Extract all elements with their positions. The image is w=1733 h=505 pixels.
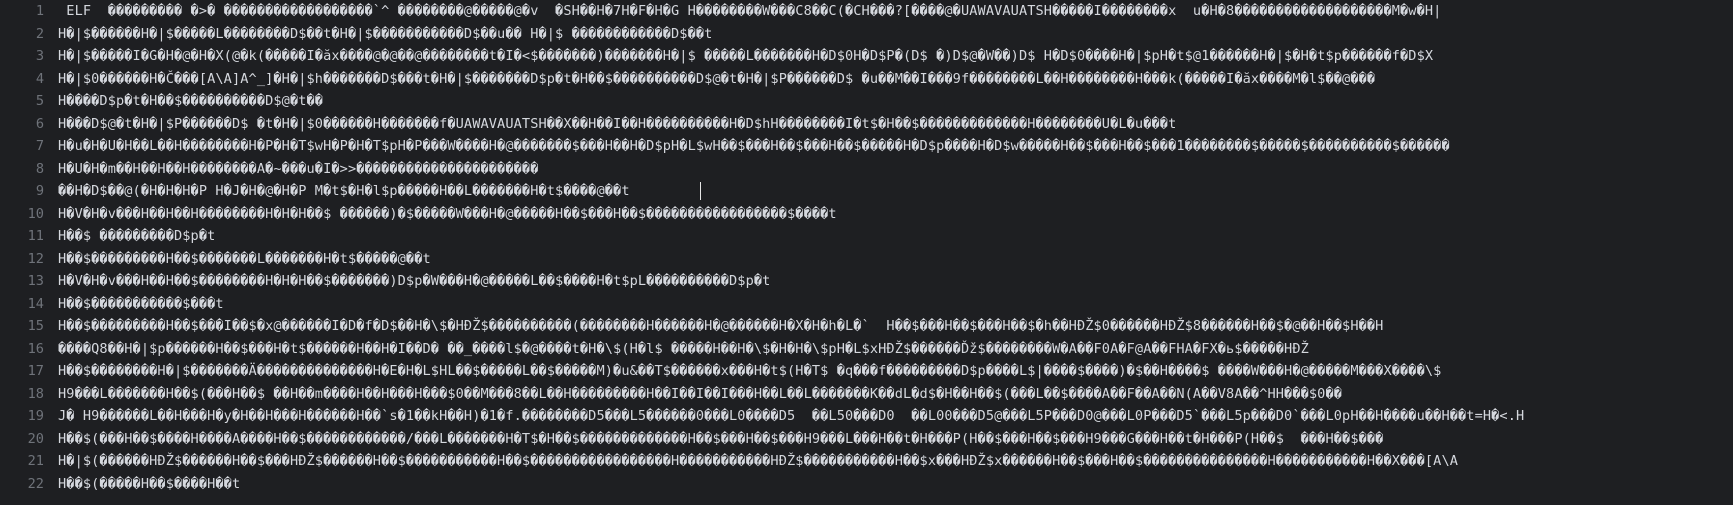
line-number: 2: [35, 25, 44, 42]
line-number: 19: [27, 408, 44, 424]
code-line[interactable]: H�|$(������HĐŽ$������H��$���HĐŽ$������H�…: [58, 450, 1458, 473]
line-number: 9: [35, 183, 44, 199]
code-line[interactable]: H��$(�����H��$����H��t: [58, 473, 240, 496]
line-number-gutter: 1 2 3 4 5 6 7 8 9 10 11 12 13 14 15 16 1…: [0, 0, 58, 505]
line-number: 3: [35, 48, 44, 64]
code-line[interactable]: H�u�H�U�H��L��H��������H�P�H�T$wH�P�H�T$…: [58, 135, 1450, 158]
code-line[interactable]: H�|$������H�|$�����L��������D$��t�H�|$��…: [58, 23, 712, 46]
line-number: 7: [35, 138, 44, 154]
line-number: 10: [27, 205, 44, 222]
code-line[interactable]: H����D$p�t�H��$����������D$@�t��: [58, 90, 323, 113]
code-line[interactable]: H9���L�������H��$(���H��$ ��H��m����H��H…: [58, 383, 1342, 406]
code-line[interactable]: ELF ��������� �>� ������������������`^ �…: [58, 0, 1441, 23]
line-number: 13: [27, 273, 44, 289]
line-number: 14: [27, 295, 44, 312]
line-number: 8: [35, 160, 44, 177]
line-number: 16: [27, 340, 44, 357]
code-line[interactable]: H���D$@�t�H�|$P������D$ �t�H�|$0������H�…: [58, 113, 1176, 136]
code-line[interactable]: H�U�H�m��H��H��H��������A�~���u�I�>>����…: [58, 158, 538, 181]
text-cursor: [700, 182, 701, 200]
code-line[interactable]: H��$���������H��$�������L�������H�t$����…: [58, 248, 431, 271]
code-line[interactable]: H��$�����������$���t: [58, 293, 224, 316]
code-line[interactable]: H�V�H�v���H��H��H��������H�H�H��$ ������…: [58, 203, 837, 226]
line-number: 6: [35, 115, 44, 132]
line-number: 5: [35, 93, 44, 109]
line-number: 4: [35, 70, 44, 87]
code-line[interactable]: H��$��������H�|$�������Ä��������������H�…: [58, 360, 1441, 383]
line-number: 17: [27, 363, 44, 379]
line-number: 18: [27, 385, 44, 402]
text-editor[interactable]: 1 2 3 4 5 6 7 8 9 10 11 12 13 14 15 16 1…: [0, 0, 1733, 505]
line-number: 15: [27, 318, 44, 334]
code-line[interactable]: J� H9������L��H���H�y�H��H���H������H��`…: [58, 405, 1524, 428]
code-line[interactable]: H�|$�����I�G�H�@�H�X(@�k(�����I�ăx����@�…: [58, 45, 1433, 68]
line-number: 22: [27, 475, 44, 492]
code-line[interactable]: H�V�H�v���H��H��$��������H�H�H��$�������…: [58, 270, 770, 293]
code-line[interactable]: H��$ ���������D$p�t: [58, 225, 215, 248]
line-number: 21: [27, 453, 44, 469]
line-number: 11: [27, 228, 44, 244]
code-area[interactable]: ELF ��������� �>� ������������������`^ �…: [58, 0, 1733, 505]
code-line[interactable]: ����Q8��H�|$p������H��$���H�t$������H��H…: [58, 338, 1309, 361]
code-line[interactable]: H��$���������H��$���I��$�x@������I�D�f�D…: [58, 315, 1383, 338]
code-line[interactable]: H��$(���H��$����H����A����H��$����������…: [58, 428, 1383, 451]
code-line[interactable]: H�|$0������H�Č���[A\A]A^_]�H�|$h�������D…: [58, 68, 1375, 91]
line-number: 12: [27, 250, 44, 267]
code-line[interactable]: ��H�D$��@(�H�H�H�P H�J�H�@�H�P M�t$�H�l$…: [58, 180, 630, 203]
line-number: 1: [35, 3, 44, 19]
line-number: 20: [27, 430, 44, 447]
